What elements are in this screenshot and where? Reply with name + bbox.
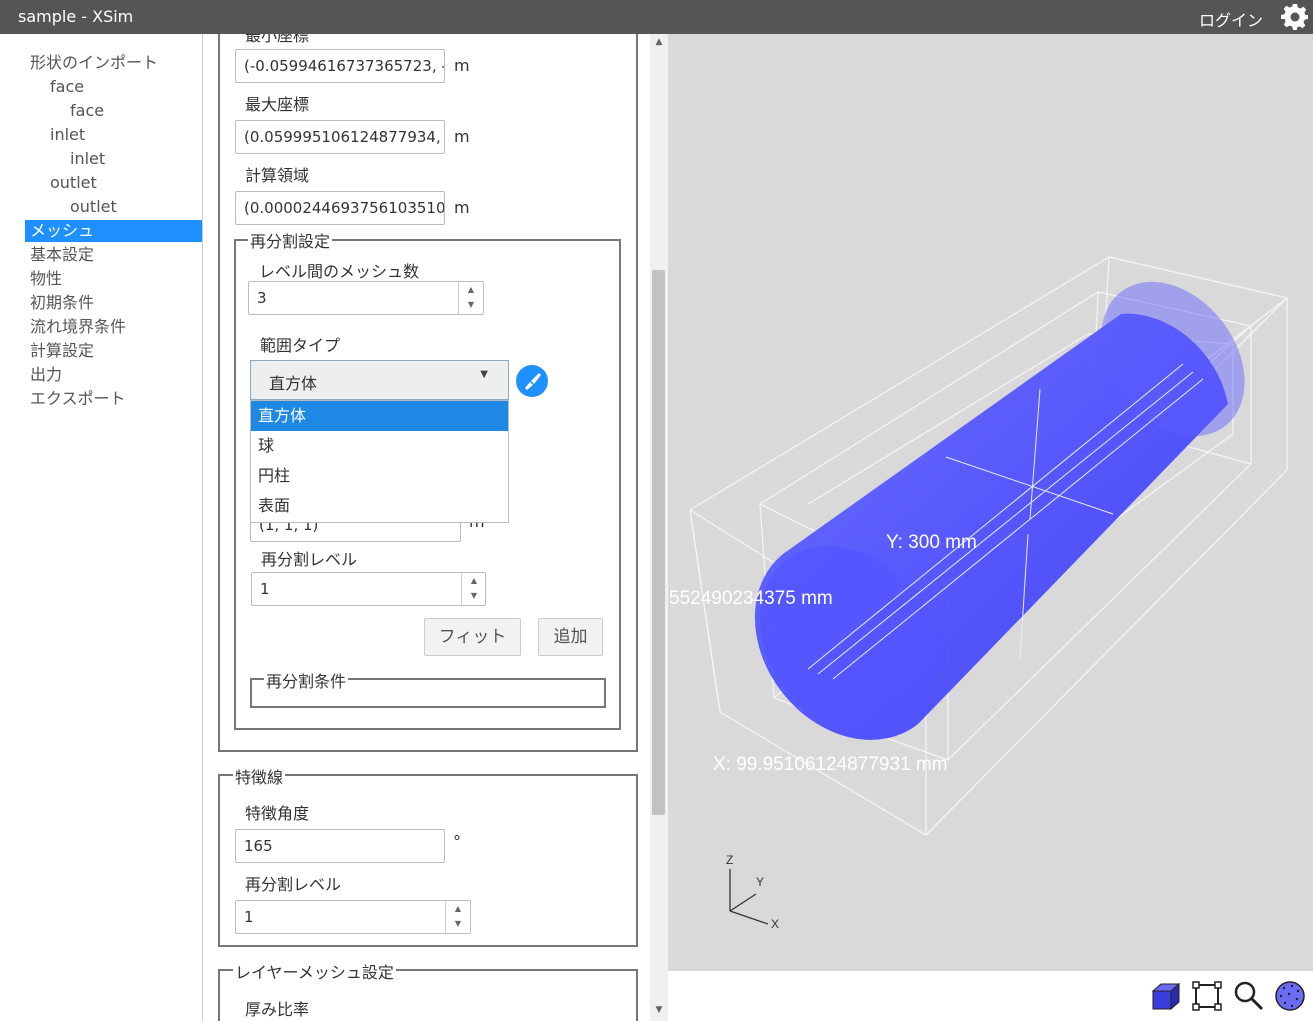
- scroll-down-icon[interactable]: ▼: [650, 1005, 668, 1021]
- stepper-down-icon[interactable]: ▼: [459, 298, 483, 314]
- stepper-up-icon[interactable]: ▲: [462, 573, 486, 589]
- dimension-y-label: Y: 300 mm: [886, 532, 977, 553]
- brush-icon[interactable]: [515, 364, 549, 398]
- sidebar-item-calc-settings[interactable]: 計算設定: [30, 340, 94, 362]
- thickness-ratio-label: 厚み比率: [245, 1000, 310, 1019]
- max-coord-label: 最大座標: [245, 95, 310, 114]
- sidebar-item-import-shape[interactable]: 形状のインポート: [30, 52, 158, 74]
- sidebar-item-outlet-group[interactable]: outlet: [50, 172, 97, 194]
- min-coord-field[interactable]: (-0.05994616737365723, -0.0: [235, 49, 445, 83]
- axis-x-label: X: [771, 917, 779, 931]
- domain-field[interactable]: (0.00002446937561035103: [235, 191, 445, 225]
- title-bar: sample - XSim ログイン: [0, 0, 1313, 34]
- scrollbar-thumb[interactable]: [652, 270, 665, 815]
- sidebar-item-basic-settings[interactable]: 基本設定: [30, 244, 94, 266]
- range-type-option-cylinder[interactable]: 円柱: [251, 461, 508, 491]
- max-coord-field[interactable]: (0.059995106124877934, 0.: [235, 120, 445, 154]
- refine-level-field[interactable]: 1: [251, 572, 486, 606]
- sidebar-item-face-group[interactable]: face: [50, 76, 84, 98]
- max-coord-unit: m: [454, 127, 470, 146]
- chevron-down-icon: ▼: [480, 369, 488, 380]
- range-type-label: 範囲タイプ: [260, 336, 341, 355]
- sidebar-item-inlet[interactable]: inlet: [70, 148, 105, 170]
- refine-level-stepper[interactable]: ▲ ▼: [461, 573, 485, 605]
- sidebar-item-output[interactable]: 出力: [30, 364, 62, 386]
- mesh-sphere-icon[interactable]: [1273, 979, 1307, 1013]
- cylinder-shape: [754, 281, 1245, 740]
- axis-z-label: Z: [726, 853, 733, 867]
- sidebar-item-flow-boundary[interactable]: 流れ境界条件: [30, 316, 126, 338]
- sidebar-item-export[interactable]: エクスポート: [30, 388, 126, 410]
- fit-button[interactable]: フィット: [424, 618, 521, 656]
- 3d-viewport[interactable]: Z Y X Y: 300 mm 552490234375 mm X: 99.95…: [668, 34, 1313, 971]
- add-button[interactable]: 追加: [538, 618, 603, 656]
- stepper-down-icon[interactable]: ▼: [446, 917, 470, 933]
- sidebar-item-inlet-group[interactable]: inlet: [50, 124, 85, 146]
- range-type-dropdown: 直方体 球 円柱 表面: [250, 400, 509, 523]
- min-coord-label: 最小座標: [245, 34, 310, 45]
- axis-y-label: Y: [756, 875, 764, 889]
- refine-level-label: 再分割レベル: [261, 550, 358, 569]
- feature-level-stepper[interactable]: ▲ ▼: [445, 901, 469, 933]
- refine-legend: 再分割設定: [248, 228, 333, 252]
- stepper-up-icon[interactable]: ▲: [459, 282, 483, 298]
- min-coord-unit: m: [454, 56, 470, 75]
- viewport-toolbar: [668, 971, 1313, 1021]
- feature-angle-unit: °: [453, 832, 461, 851]
- sidebar-item-initial-conditions[interactable]: 初期条件: [30, 292, 94, 314]
- range-type-option-surface[interactable]: 表面: [251, 491, 508, 521]
- zoom-icon[interactable]: [1232, 979, 1266, 1013]
- feature-lines-legend: 特徴線: [233, 764, 286, 788]
- mesh-between-levels-field[interactable]: 3: [248, 281, 484, 315]
- refine-conditions-legend: 再分割条件: [264, 668, 349, 692]
- range-type-option-box[interactable]: 直方体: [251, 401, 508, 431]
- dimension-x-label: X: 99.95106124877931 mm: [713, 754, 948, 775]
- box-view-icon[interactable]: [1149, 979, 1183, 1013]
- feature-level-label: 再分割レベル: [245, 875, 342, 894]
- range-type-selected: 直方体: [269, 374, 318, 393]
- range-type-select[interactable]: 直方体 ▼: [250, 360, 509, 400]
- scroll-up-icon[interactable]: ▲: [650, 37, 668, 53]
- domain-unit: m: [454, 198, 470, 217]
- mesh-between-levels-stepper[interactable]: ▲ ▼: [458, 282, 482, 314]
- window-title: sample - XSim: [18, 7, 134, 26]
- mesh-settings-panel: 最小座標 (-0.05994616737365723, -0.0 m 最大座標 …: [203, 34, 650, 1021]
- stepper-down-icon[interactable]: ▼: [462, 589, 486, 605]
- sidebar-item-outlet[interactable]: outlet: [70, 196, 117, 218]
- 3d-scene: Z Y X Y: 300 mm 552490234375 mm X: 99.95…: [669, 256, 1288, 931]
- sidebar-tree: 形状のインポート face face inlet inlet outlet ou…: [0, 34, 202, 1021]
- stepper-up-icon[interactable]: ▲: [446, 901, 470, 917]
- sidebar-item-properties[interactable]: 物性: [30, 268, 62, 290]
- fit-frame-icon[interactable]: [1190, 979, 1224, 1013]
- range-type-option-sphere[interactable]: 球: [251, 431, 508, 461]
- feature-level-field[interactable]: 1: [235, 900, 471, 934]
- dimension-z-label: 552490234375 mm: [669, 588, 833, 609]
- sidebar-item-mesh[interactable]: メッシュ: [25, 220, 202, 242]
- gear-icon[interactable]: [1281, 3, 1309, 31]
- layer-mesh-legend: レイヤーメッシュ設定: [233, 959, 396, 983]
- feature-angle-field[interactable]: 165: [235, 829, 445, 863]
- sidebar-item-face[interactable]: face: [70, 100, 104, 122]
- login-link[interactable]: ログイン: [1199, 7, 1263, 31]
- mesh-between-levels-label: レベル間のメッシュ数: [259, 262, 420, 281]
- feature-angle-label: 特徴角度: [245, 804, 310, 823]
- domain-label: 計算領域: [245, 166, 310, 185]
